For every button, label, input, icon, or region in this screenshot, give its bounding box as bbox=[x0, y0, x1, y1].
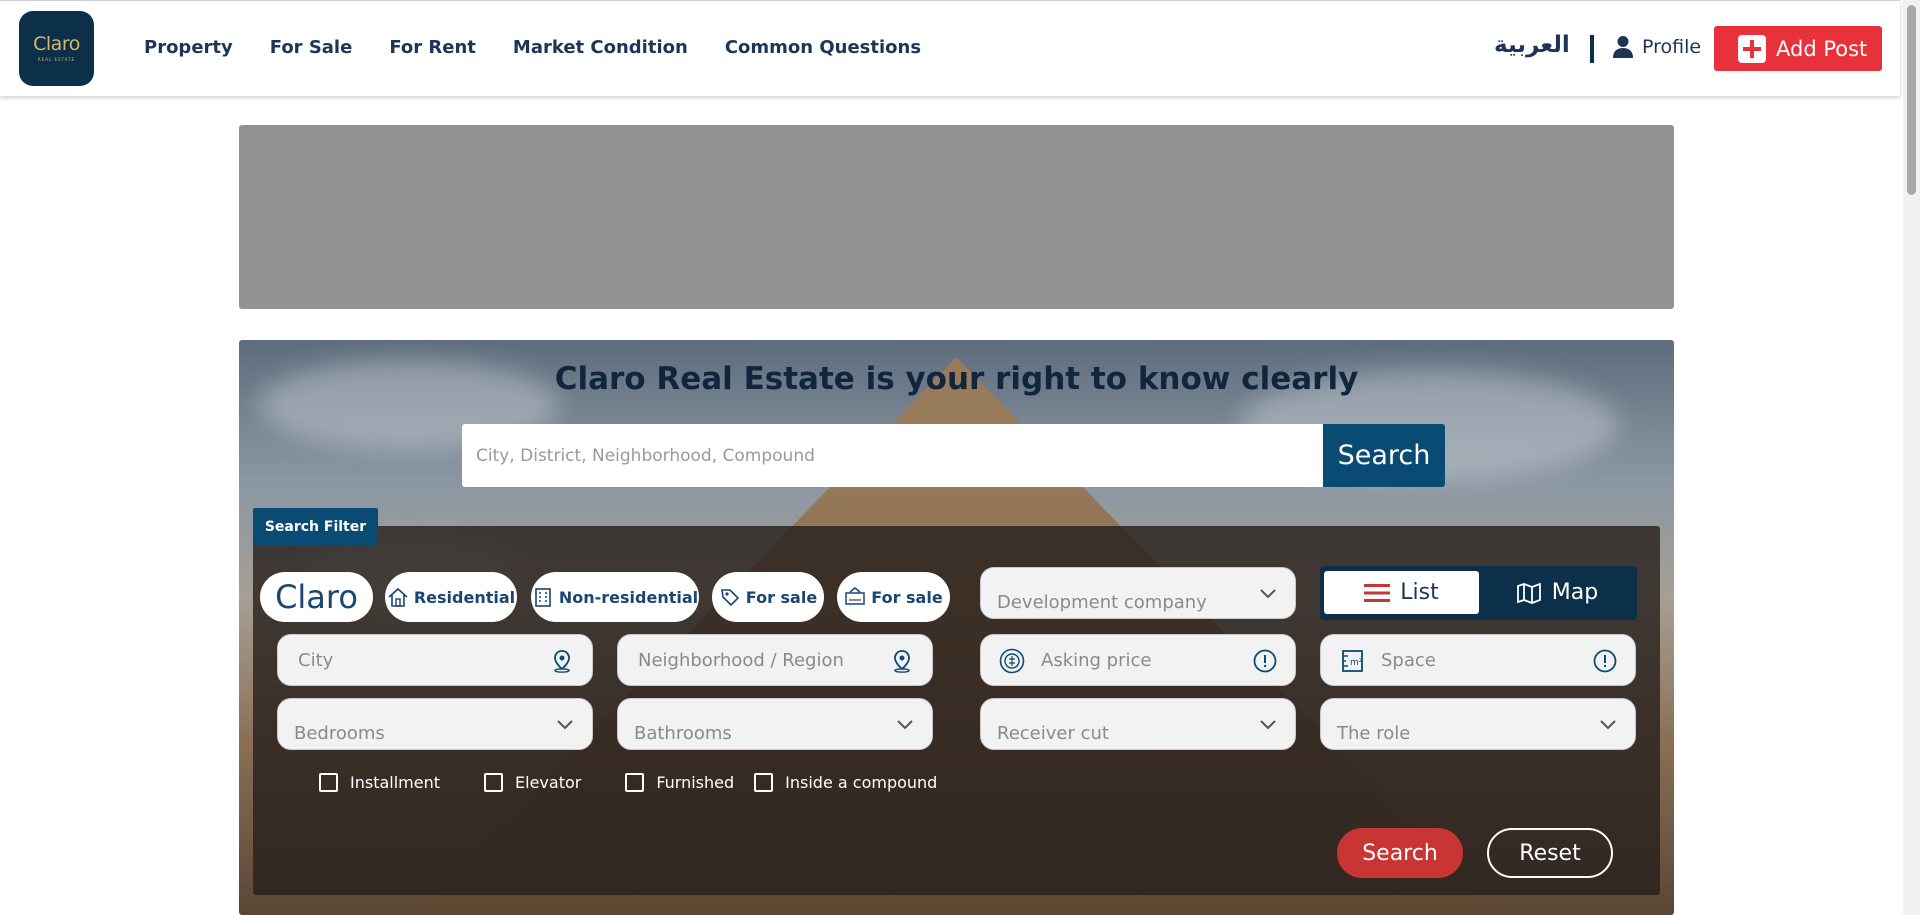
add-post-label: Add Post bbox=[1776, 36, 1868, 61]
chevron-down-icon bbox=[557, 720, 573, 730]
neighborhood-input[interactable]: Neighborhood / Region bbox=[617, 634, 933, 686]
tag-icon bbox=[720, 589, 739, 607]
svg-text:m²: m² bbox=[1350, 658, 1363, 668]
hero-section: Claro Real Estate is your right to know … bbox=[239, 340, 1674, 915]
checkbox-box[interactable] bbox=[319, 773, 338, 792]
checkbox-box[interactable] bbox=[754, 773, 774, 792]
elevator-label: Elevator bbox=[515, 773, 582, 792]
role-select[interactable]: The role bbox=[1320, 698, 1636, 750]
price-tag-icon bbox=[999, 648, 1025, 674]
map-view-label: Map bbox=[1551, 580, 1599, 605]
pill-for-rent[interactable]: For sale bbox=[837, 572, 950, 622]
info-icon bbox=[1593, 649, 1617, 673]
claro-logo[interactable]: Claro REAL ESTATE bbox=[19, 11, 94, 86]
search-filter-tag: Search Filter bbox=[253, 508, 378, 546]
installment-checkbox[interactable]: Installment bbox=[319, 773, 440, 792]
language-switch[interactable]: العربية bbox=[1494, 32, 1570, 58]
city-input[interactable]: City bbox=[277, 634, 593, 686]
asking-price-placeholder: Asking price bbox=[1041, 649, 1152, 671]
asking-price-input[interactable]: Asking price bbox=[980, 634, 1296, 686]
pill-non-residential[interactable]: Non-residential bbox=[531, 572, 699, 622]
installment-label: Installment bbox=[350, 773, 441, 792]
furnished-checkbox[interactable]: Furnished bbox=[625, 773, 734, 792]
pill-claro-label: Claro bbox=[275, 578, 358, 616]
checkbox-box[interactable] bbox=[484, 773, 504, 792]
chevron-down-icon bbox=[1260, 589, 1276, 599]
location-search-input[interactable]: City, District, Neighborhood, Compound bbox=[462, 424, 1324, 487]
logo-subtitle: REAL ESTATE bbox=[37, 57, 76, 62]
pill-for-sale[interactable]: For sale bbox=[712, 572, 824, 622]
receiver-cut-label: Receiver cut bbox=[997, 723, 1109, 744]
inside-compound-checkbox[interactable]: Inside a compound bbox=[754, 773, 937, 792]
profile-label: Profile bbox=[1642, 36, 1702, 58]
bathrooms-select[interactable]: Bathrooms bbox=[617, 698, 933, 750]
pill-for-rent-label: For sale bbox=[871, 587, 943, 607]
list-view-button[interactable]: List bbox=[1324, 571, 1479, 614]
nav-market-condition[interactable]: Market Condition bbox=[513, 37, 688, 58]
list-view-label: List bbox=[1400, 580, 1439, 605]
top-header: Claro REAL ESTATE Property For Sale For … bbox=[0, 0, 1900, 96]
pill-non-residential-label: Non-residential bbox=[558, 587, 699, 607]
header-divider bbox=[1590, 35, 1594, 63]
elevator-checkbox[interactable]: Elevator bbox=[484, 773, 581, 792]
nav-property[interactable]: Property bbox=[144, 37, 233, 58]
space-placeholder: Space bbox=[1381, 649, 1436, 671]
inside-compound-label: Inside a compound bbox=[785, 773, 938, 792]
city-placeholder: City bbox=[298, 649, 334, 671]
development-company-label: Development company bbox=[997, 592, 1207, 613]
bedrooms-label: Bedrooms bbox=[294, 723, 385, 744]
hero-title: Claro Real Estate is your right to know … bbox=[554, 361, 1359, 397]
pill-residential-label: Residential bbox=[413, 587, 516, 607]
map-icon bbox=[1516, 582, 1541, 604]
map-view-button[interactable]: Map bbox=[1481, 571, 1633, 614]
logo-word: Claro bbox=[33, 33, 80, 55]
furnished-label: Furnished bbox=[656, 773, 735, 792]
chevron-down-icon bbox=[1260, 720, 1276, 730]
location-pin-icon bbox=[894, 650, 910, 673]
search-placeholder: City, District, Neighborhood, Compound bbox=[476, 445, 815, 466]
filter-search-button[interactable]: Search bbox=[1337, 828, 1463, 878]
scrollbar-thumb[interactable] bbox=[1907, 5, 1916, 195]
location-pin-icon bbox=[554, 650, 570, 673]
main-nav: Property For Sale For Rent Market Condit… bbox=[144, 37, 958, 58]
building-icon bbox=[535, 588, 551, 607]
view-toggle: List Map bbox=[1320, 566, 1637, 620]
rent-sign-icon bbox=[845, 587, 866, 605]
neighborhood-placeholder: Neighborhood / Region bbox=[638, 649, 844, 671]
receiver-cut-select[interactable]: Receiver cut bbox=[980, 698, 1296, 750]
info-icon bbox=[1253, 649, 1277, 673]
page-scrollbar[interactable] bbox=[1903, 0, 1920, 915]
area-icon: m² bbox=[1342, 650, 1363, 672]
filter-reset-button[interactable]: Reset bbox=[1487, 828, 1613, 878]
ad-banner bbox=[239, 125, 1674, 309]
nav-for-sale[interactable]: For Sale bbox=[270, 37, 353, 58]
nav-for-rent[interactable]: For Rent bbox=[389, 37, 476, 58]
bedrooms-select[interactable]: Bedrooms bbox=[277, 698, 593, 750]
list-icon bbox=[1364, 583, 1391, 602]
development-company-select[interactable]: Development company bbox=[980, 567, 1296, 619]
chevron-down-icon bbox=[897, 720, 913, 730]
profile-link[interactable]: Profile bbox=[1612, 35, 1701, 59]
space-input[interactable]: m² Space bbox=[1320, 634, 1636, 686]
house-icon bbox=[388, 587, 408, 607]
pill-for-sale-label: For sale bbox=[745, 587, 818, 607]
user-icon bbox=[1613, 36, 1633, 58]
bathrooms-label: Bathrooms bbox=[634, 723, 732, 744]
plus-icon bbox=[1738, 34, 1766, 63]
pill-residential[interactable]: Residential bbox=[385, 572, 517, 622]
add-post-button[interactable]: Add Post bbox=[1714, 26, 1882, 71]
nav-common-questions[interactable]: Common Questions bbox=[725, 37, 921, 58]
role-label: The role bbox=[1337, 723, 1411, 744]
chevron-down-icon bbox=[1600, 720, 1616, 730]
feature-checkboxes: Installment Elevator Furnished Inside a … bbox=[319, 773, 981, 792]
hero-search-button[interactable]: Search bbox=[1323, 424, 1445, 487]
pill-claro[interactable]: Claro bbox=[260, 572, 373, 622]
checkbox-box[interactable] bbox=[625, 773, 645, 792]
